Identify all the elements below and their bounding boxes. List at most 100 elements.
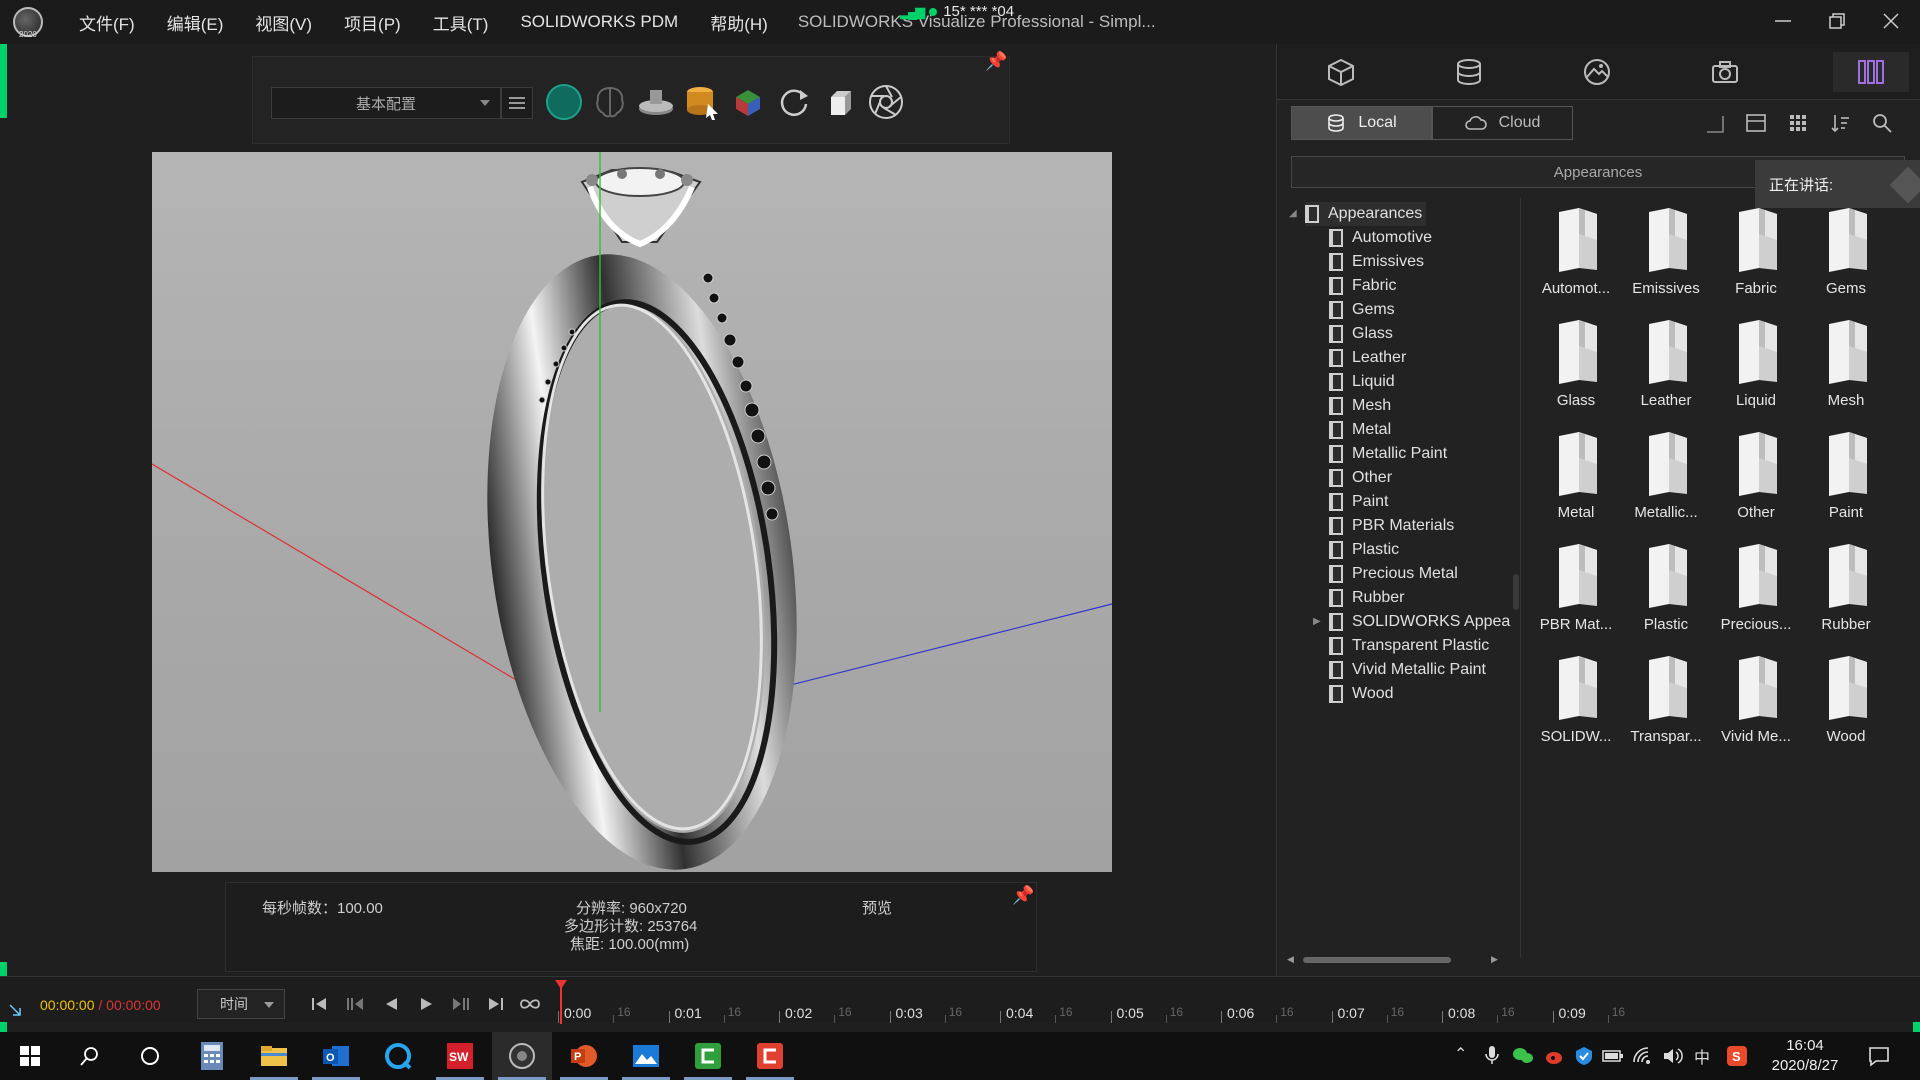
appearance-tile[interactable]: Automot... <box>1531 202 1621 312</box>
tree-item-vivid-metallic-paint[interactable]: Vivid Metallic Paint <box>1329 658 1486 682</box>
tree-item-rubber[interactable]: Rubber <box>1329 586 1404 610</box>
restore-button[interactable] <box>1812 6 1862 36</box>
tree-item-wood[interactable]: Wood <box>1329 682 1394 706</box>
play-button[interactable] <box>412 991 440 1017</box>
tab-scenes[interactable] <box>1577 52 1617 92</box>
input-method-indicator[interactable]: 中 <box>1694 1044 1710 1068</box>
tree-item-pbr-materials[interactable]: PBR Materials <box>1329 514 1454 538</box>
menu-help[interactable]: 帮助(H) <box>710 10 768 35</box>
collapse-caret-icon[interactable]: ◢ <box>1289 208 1297 219</box>
object-select-button[interactable] <box>681 81 723 123</box>
visualize-logo-icon[interactable]: 2020 <box>13 7 43 39</box>
view-detail-button[interactable] <box>1743 110 1769 136</box>
menu-project[interactable]: 项目(P) <box>344 10 401 35</box>
appearance-tile[interactable]: Leather <box>1621 314 1711 424</box>
microphone-icon[interactable] <box>1484 1044 1500 1066</box>
tree-item-plastic[interactable]: Plastic <box>1329 538 1399 562</box>
play-reverse-button[interactable] <box>377 991 405 1017</box>
weibo-icon[interactable] <box>1544 1046 1564 1066</box>
stats-pin-icon[interactable]: 📌 <box>1012 885 1034 906</box>
ai-denoiser-button[interactable] <box>589 81 631 123</box>
appearance-tile[interactable]: Metallic... <box>1621 426 1711 536</box>
sort-button[interactable] <box>1827 110 1853 136</box>
appearance-tile[interactable]: Emissives <box>1621 202 1711 312</box>
transform-button[interactable] <box>727 81 769 123</box>
wechat-icon[interactable] <box>1512 1046 1534 1066</box>
toolbar-pin-icon[interactable]: 📌 <box>985 51 1007 72</box>
taskbar-file-explorer[interactable] <box>244 1032 304 1080</box>
taskbar-qq-browser[interactable] <box>368 1032 428 1080</box>
menu-file[interactable]: 文件(F) <box>79 10 135 35</box>
tree-item-gems[interactable]: Gems <box>1329 298 1395 322</box>
tab-library[interactable] <box>1833 52 1909 92</box>
tree-item-metal[interactable]: Metal <box>1329 418 1391 442</box>
tree-item-metallic-paint[interactable]: Metallic Paint <box>1329 442 1447 466</box>
tree-vertical-scrollbar[interactable] <box>1513 574 1519 610</box>
search-button[interactable] <box>1869 110 1895 136</box>
configuration-select[interactable]: 基本配置 <box>271 87 501 119</box>
start-button[interactable] <box>0 1032 60 1080</box>
system-clock[interactable]: 16:04 2020/8/27 <box>1760 1036 1850 1076</box>
cloud-toggle[interactable]: Cloud <box>1432 106 1573 140</box>
menu-tools[interactable]: 工具(T) <box>433 10 489 35</box>
tree-root[interactable]: Appearances <box>1305 202 1427 226</box>
tree-item-emissives[interactable]: Emissives <box>1329 250 1424 274</box>
timeline-ruler[interactable]: 0:00 16 0:01 16 0:02 16 0:03 16 0:04 16 0:05 16 0:06… <box>558 983 1908 1023</box>
previous-key-button[interactable] <box>341 991 369 1017</box>
appearance-tile[interactable]: Paint <box>1801 426 1891 536</box>
configuration-list-button[interactable] <box>501 87 533 119</box>
tree-item-transparent-plastic[interactable]: Transparent Plastic <box>1329 634 1489 658</box>
appearance-tile[interactable]: Plastic <box>1621 538 1711 648</box>
appearance-tile[interactable]: Transpar... <box>1621 650 1711 760</box>
time-mode-select[interactable]: 时间 <box>197 989 285 1019</box>
notification-icon[interactable] <box>1868 1045 1890 1067</box>
taskbar-powerpoint[interactable]: P <box>554 1032 614 1080</box>
taskbar-solidworks[interactable]: SW <box>430 1032 490 1080</box>
scroll-right-icon[interactable]: ▶ <box>1491 954 1498 965</box>
appearance-tile[interactable]: PBR Mat... <box>1531 538 1621 648</box>
close-button[interactable] <box>1866 6 1916 36</box>
appearance-tile[interactable]: Metal <box>1531 426 1621 536</box>
tab-appearances[interactable] <box>1449 52 1489 92</box>
playhead-handle-icon[interactable] <box>555 980 567 989</box>
camera-shutter-button[interactable] <box>865 81 907 123</box>
taskbar-camtasia[interactable] <box>678 1032 738 1080</box>
render-viewport[interactable] <box>152 152 1112 872</box>
tab-models[interactable] <box>1321 52 1361 92</box>
scroll-thumb[interactable] <box>1303 957 1451 963</box>
taskbar-calculator[interactable] <box>182 1032 242 1080</box>
tree-item-paint[interactable]: Paint <box>1329 490 1388 514</box>
tab-cameras[interactable] <box>1705 52 1745 92</box>
tree-item-other[interactable]: Other <box>1329 466 1392 490</box>
scroll-left-icon[interactable]: ◀ <box>1287 954 1294 965</box>
appearance-tile[interactable]: SOLIDW... <box>1531 650 1621 760</box>
next-key-button[interactable] <box>447 991 475 1017</box>
appearance-tile[interactable]: Other <box>1711 426 1801 536</box>
loop-button[interactable] <box>516 991 544 1017</box>
appearance-tile[interactable]: Liquid <box>1711 314 1801 424</box>
menu-view[interactable]: 视图(V) <box>255 10 312 35</box>
expand-caret-icon[interactable]: ▶ <box>1313 616 1321 627</box>
taskbar-photos[interactable] <box>616 1032 676 1080</box>
security-shield-icon[interactable] <box>1574 1046 1594 1066</box>
appearance-tile[interactable]: Gems <box>1801 202 1891 312</box>
local-toggle[interactable]: Local <box>1291 106 1432 140</box>
menu-pdm[interactable]: SOLIDWORKS PDM <box>520 12 678 32</box>
tree-horizontal-scrollbar[interactable]: ◀ ▶ <box>1287 952 1507 968</box>
appearance-tile[interactable]: Mesh <box>1801 314 1891 424</box>
wifi-icon[interactable] <box>1632 1046 1654 1066</box>
go-to-end-button[interactable] <box>482 991 510 1017</box>
search-button[interactable] <box>60 1032 120 1080</box>
tree-item-leather[interactable]: Leather <box>1329 346 1406 370</box>
view-grid-button[interactable] <box>1785 110 1811 136</box>
appearance-tile[interactable]: Glass <box>1531 314 1621 424</box>
cortana-button[interactable] <box>120 1032 180 1080</box>
expand-corner-icon[interactable] <box>8 1003 22 1017</box>
go-up-button[interactable] <box>1701 110 1727 136</box>
tree-item-fabric[interactable]: Fabric <box>1329 274 1396 298</box>
tree-item-liquid[interactable]: Liquid <box>1329 370 1395 394</box>
tree-item-precious-metal[interactable]: Precious Metal <box>1329 562 1458 586</box>
battery-icon[interactable] <box>1602 1046 1624 1066</box>
taskbar-camtasia-recorder[interactable] <box>740 1032 800 1080</box>
fit-view-button[interactable] <box>819 81 861 123</box>
